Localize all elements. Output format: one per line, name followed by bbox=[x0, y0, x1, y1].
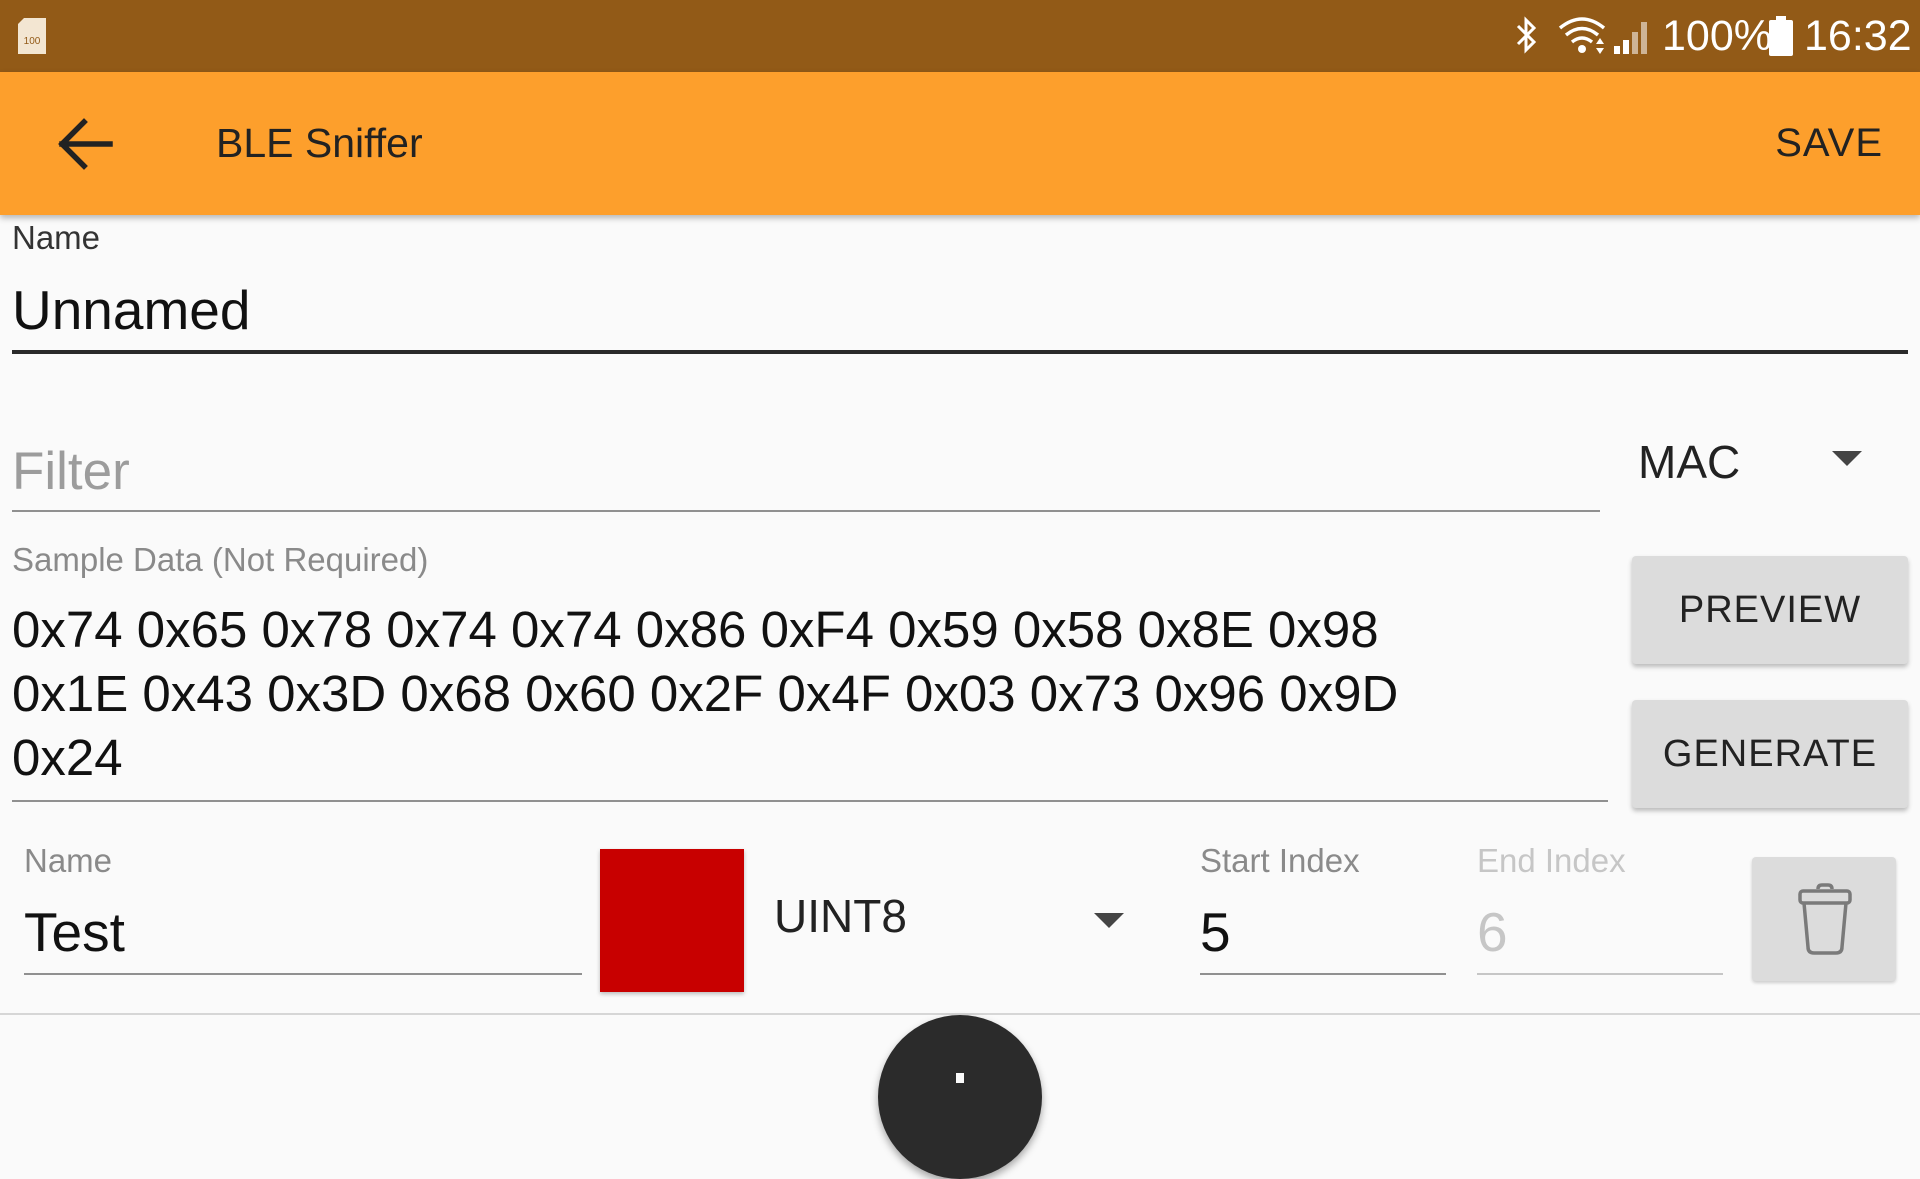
filter-input[interactable] bbox=[12, 436, 1592, 506]
save-button[interactable]: SAVE bbox=[1775, 119, 1883, 167]
data-type-spinner[interactable]: UINT8 bbox=[770, 880, 1130, 960]
dropdown-arrow-icon bbox=[1094, 913, 1124, 928]
preview-button[interactable]: PREVIEW bbox=[1632, 556, 1908, 664]
start-index-label: Start Index bbox=[1200, 842, 1360, 879]
end-index-label: End Index bbox=[1477, 842, 1626, 879]
dropdown-arrow-icon bbox=[1832, 451, 1862, 466]
end-index-underline bbox=[1477, 973, 1723, 975]
data-type-value: UINT8 bbox=[774, 890, 907, 942]
add-field-button[interactable] bbox=[878, 1015, 1042, 1179]
app-bar: BLE Sniffer SAVE bbox=[0, 72, 1920, 215]
status-bar: 100 100% 16:32 bbox=[0, 0, 1920, 72]
name-input[interactable]: Unnamed bbox=[12, 278, 250, 342]
trash-icon bbox=[1798, 883, 1852, 955]
arrow-back-icon[interactable] bbox=[54, 116, 114, 172]
signal-icon bbox=[1614, 22, 1647, 54]
app-title: BLE Sniffer bbox=[216, 120, 423, 166]
plus-icon bbox=[956, 1073, 964, 1083]
sample-data-line: 0x24 bbox=[12, 729, 123, 786]
sample-data-label: Sample Data (Not Required) bbox=[12, 541, 429, 578]
battery-percent: 100% bbox=[1662, 12, 1772, 60]
field-name-input[interactable]: Test bbox=[24, 900, 125, 964]
clock: 16:32 bbox=[1804, 12, 1912, 60]
sample-data-line: 0x74 0x65 0x78 0x74 0x74 0x86 0xF4 0x59 … bbox=[12, 601, 1379, 658]
sample-data-underline bbox=[12, 800, 1608, 802]
wifi-icon bbox=[1558, 17, 1606, 54]
name-underline bbox=[12, 350, 1908, 354]
battery-icon bbox=[1769, 16, 1793, 56]
filter-type-spinner[interactable]: MAC bbox=[1630, 420, 1870, 500]
delete-field-button[interactable] bbox=[1752, 857, 1896, 981]
sample-data-line: 0x1E 0x43 0x3D 0x68 0x60 0x2F 0x4F 0x03 … bbox=[12, 665, 1399, 722]
sample-data-input[interactable]: 0x74 0x65 0x78 0x74 0x74 0x86 0xF4 0x59 … bbox=[12, 598, 1602, 790]
filter-underline bbox=[12, 510, 1600, 512]
field-name-underline bbox=[24, 973, 582, 975]
bluetooth-icon bbox=[1516, 16, 1537, 54]
start-index-underline bbox=[1200, 973, 1446, 975]
filter-type-value: MAC bbox=[1638, 436, 1741, 488]
name-label: Name bbox=[12, 219, 101, 256]
sd-card-icon: 100 bbox=[18, 18, 46, 54]
svg-text:100: 100 bbox=[24, 36, 41, 47]
color-swatch[interactable] bbox=[600, 849, 744, 992]
generate-button[interactable]: GENERATE bbox=[1632, 700, 1908, 808]
field-name-label: Name bbox=[24, 842, 113, 879]
end-index-input: 6 bbox=[1477, 901, 1508, 963]
start-index-input[interactable]: 5 bbox=[1200, 900, 1231, 964]
